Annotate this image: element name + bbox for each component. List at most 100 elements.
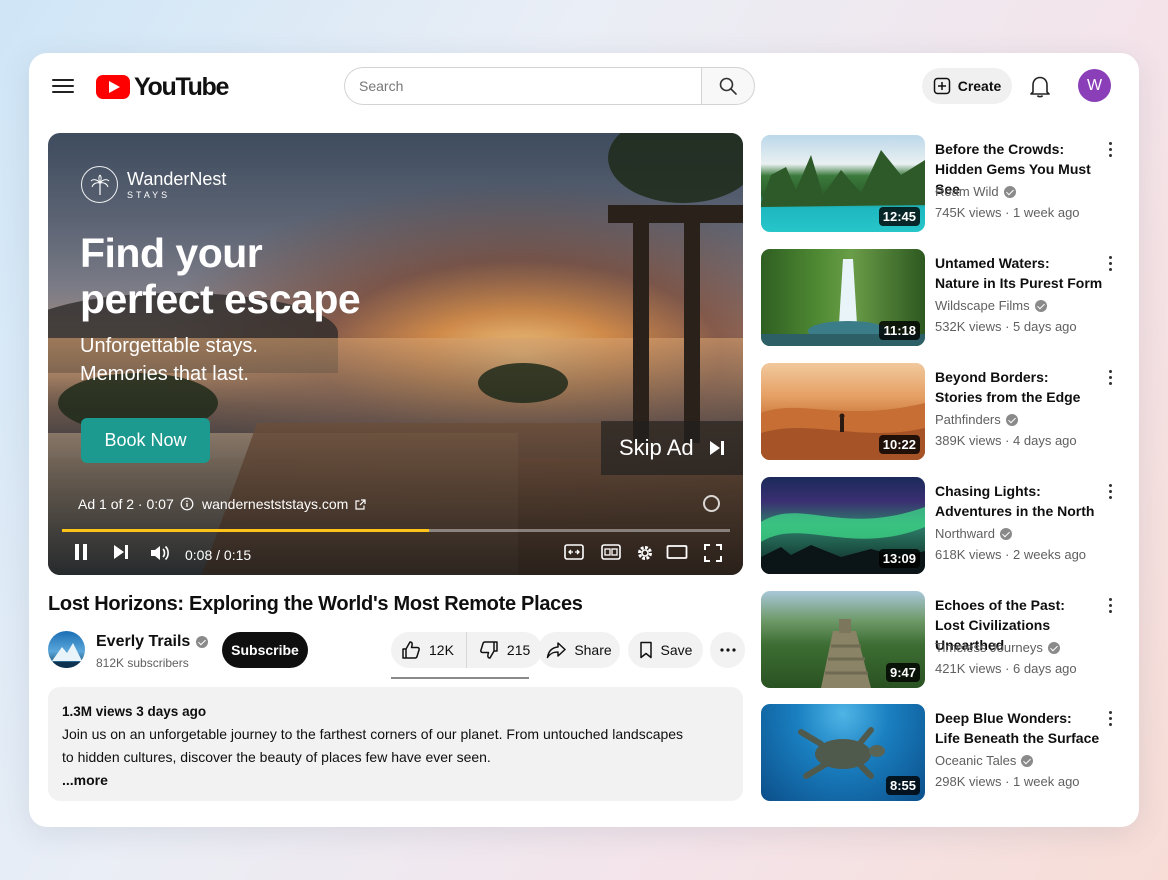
youtube-logo[interactable]: YouTube	[96, 73, 229, 101]
ad-brand: WanderNest STAYS	[81, 166, 226, 203]
channel-name: Timeless Journeys	[935, 640, 1060, 655]
advertiser-url: wandernestststays.com	[202, 496, 349, 512]
pause-icon[interactable]	[73, 543, 89, 561]
subscriber-count: 812K subscribers	[96, 656, 189, 670]
channel-name-text: Wildscape Films	[935, 298, 1030, 313]
title-line: Before the Crowds:	[935, 141, 1065, 157]
video-duration: 12:45	[878, 207, 920, 226]
notifications-bell-icon[interactable]	[1029, 74, 1051, 103]
like-dislike-group: 12K 215	[391, 632, 543, 668]
video-duration: 9:47	[885, 663, 920, 682]
settings-gear-icon[interactable]	[635, 543, 655, 563]
subscribe-button[interactable]: Subscribe	[222, 632, 308, 668]
user-avatar[interactable]: W	[1078, 69, 1111, 102]
brand-name: WanderNest	[127, 169, 227, 189]
channel-name-text: Everly Trails	[96, 633, 191, 650]
search-button[interactable]	[701, 67, 755, 105]
show-more-link[interactable]: ...more	[62, 769, 729, 792]
verified-icon	[999, 527, 1012, 540]
description-box[interactable]: 1.3M views 3 days ago Join us on an unfo…	[48, 687, 743, 801]
video-meta: 389K views · 4 days ago	[935, 433, 1077, 448]
more-vertical-icon[interactable]	[1105, 709, 1115, 729]
thumbnail-waterfall: 11:18	[761, 249, 925, 346]
like-button[interactable]: 12K	[391, 632, 467, 668]
subtitles-icon[interactable]	[601, 543, 621, 561]
verified-icon	[1005, 413, 1018, 426]
channel-name: Wildscape Films	[935, 298, 1047, 313]
info-icon[interactable]	[180, 497, 194, 511]
theater-mode-icon[interactable]	[666, 543, 688, 561]
more-actions-button[interactable]	[710, 632, 745, 668]
brand-sub: STAYS	[127, 190, 171, 200]
bookmark-icon	[639, 641, 652, 659]
recommended-video[interactable]: 12:45 Before the Crowds: Hidden Gems You…	[761, 135, 1121, 235]
top-bar: YouTube Create W	[29, 53, 1139, 123]
description-line: to hidden cultures, discover the beauty …	[62, 749, 491, 765]
video-title: Deep Blue Wonders: Life Beneath the Surf…	[935, 708, 1107, 748]
recommended-video[interactable]: 8:55 Deep Blue Wonders: Life Beneath the…	[761, 704, 1121, 804]
recommended-video[interactable]: 11:18 Untamed Waters: Nature in Its Pure…	[761, 249, 1121, 349]
share-label: Share	[574, 642, 612, 658]
video-meta: 618K views · 2 weeks ago	[935, 547, 1087, 562]
book-now-button[interactable]: Book Now	[81, 418, 210, 463]
shrubs	[478, 363, 568, 403]
captions-icon[interactable]	[564, 543, 584, 561]
channel-name[interactable]: Everly Trails	[96, 633, 209, 651]
ad-headline: Find your perfect escape	[80, 230, 420, 322]
verified-icon	[1047, 641, 1060, 654]
skip-next-icon	[709, 441, 724, 455]
next-icon[interactable]	[112, 543, 130, 561]
recommended-video[interactable]: 13:09 Chasing Lights: Adventures in the …	[761, 477, 1121, 577]
channel-name: Oceanic Tales	[935, 753, 1034, 768]
video-meta: 532K views · 5 days ago	[935, 319, 1077, 334]
verified-icon	[1021, 754, 1034, 767]
ad-timer-icon	[703, 495, 720, 512]
play-logo-icon	[96, 75, 130, 99]
title-line: Deep Blue Wonders:	[935, 710, 1072, 726]
channel-name: Northward	[935, 526, 1012, 541]
title-line: Stories from the Edge	[935, 389, 1081, 405]
volume-icon[interactable]	[149, 543, 171, 563]
fullscreen-icon[interactable]	[703, 543, 723, 563]
title-line: Beyond Borders:	[935, 369, 1049, 385]
search-bar	[344, 67, 755, 105]
title-line: Nature in Its Purest Form	[935, 275, 1103, 291]
ad-headline-line: Find your	[80, 230, 263, 276]
channel-name-text: Oceanic Tales	[935, 753, 1017, 768]
palm-foliage	[608, 133, 743, 203]
more-vertical-icon[interactable]	[1105, 140, 1115, 160]
video-duration: 8:55	[885, 776, 920, 795]
share-button[interactable]: Share	[538, 632, 620, 668]
more-vertical-icon[interactable]	[1105, 254, 1115, 274]
time-display: 0:08 / 0:15	[185, 547, 252, 563]
save-button[interactable]: Save	[628, 632, 703, 668]
skip-ad-button[interactable]: Skip Ad	[601, 421, 743, 475]
search-input[interactable]	[344, 67, 701, 105]
channel-avatar[interactable]	[48, 631, 85, 668]
thumbs-down-icon	[479, 641, 498, 659]
thumbnail-sea-turtle: 8:55	[761, 704, 925, 801]
more-vertical-icon[interactable]	[1105, 482, 1115, 502]
title-line: Chasing Lights:	[935, 483, 1041, 499]
progress-bar[interactable]	[62, 529, 730, 532]
recommended-video[interactable]: 10:22 Beyond Borders: Stories from the E…	[761, 363, 1121, 463]
more-vertical-icon[interactable]	[1105, 368, 1115, 388]
video-player[interactable]: WanderNest STAYS Find your perfect escap…	[48, 133, 743, 575]
video-duration: 10:22	[878, 435, 920, 454]
create-button[interactable]: Create	[922, 68, 1012, 104]
recommended-video[interactable]: 9:47 Echoes of the Past: Lost Civilizati…	[761, 591, 1121, 691]
more-vertical-icon[interactable]	[1105, 596, 1115, 616]
thumbnail-desert: 10:22	[761, 363, 925, 460]
advertiser-link[interactable]: wandernestststays.com	[202, 496, 367, 512]
menu-icon[interactable]	[51, 75, 75, 99]
channel-name: Pathfinders	[935, 412, 1018, 427]
ad-counter: Ad 1 of 2 · 0:07	[78, 496, 174, 512]
title-line: Life Beneath the Surface	[935, 730, 1100, 746]
dislike-count: 215	[506, 642, 531, 658]
share-arrow-icon	[547, 642, 567, 659]
video-meta: 421K views · 6 days ago	[935, 661, 1077, 676]
dislike-button[interactable]: 215	[467, 632, 542, 668]
video-meta: 745K views · 1 week ago	[935, 205, 1080, 220]
ad-subheadline: Unforgettable stays. Memories that last.	[80, 332, 400, 388]
skip-ad-label: Skip Ad	[619, 435, 694, 460]
